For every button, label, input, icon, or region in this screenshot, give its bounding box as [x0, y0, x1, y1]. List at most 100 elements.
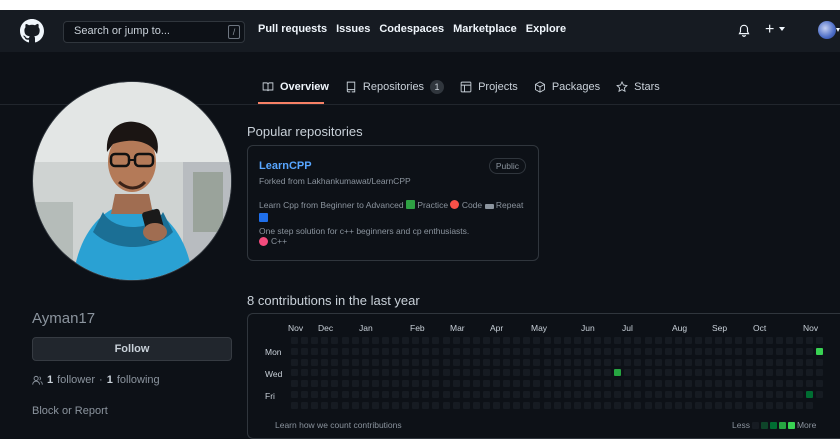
tab-stars[interactable]: Stars: [616, 79, 660, 95]
contribution-day-cell[interactable]: [816, 369, 824, 377]
contribution-day-cell[interactable]: [806, 337, 814, 344]
contribution-day-cell[interactable]: [402, 358, 410, 366]
contribution-day-cell[interactable]: [664, 369, 672, 377]
contribution-day-cell[interactable]: [442, 347, 450, 355]
contribution-day-cell[interactable]: [301, 358, 309, 366]
nav-marketplace[interactable]: Marketplace: [453, 23, 517, 35]
contribution-day-cell[interactable]: [503, 347, 511, 355]
contribution-day-cell[interactable]: [381, 347, 389, 355]
contribution-day-cell[interactable]: [311, 380, 319, 388]
contribution-day-cell[interactable]: [644, 380, 652, 388]
contribution-day-cell[interactable]: [523, 391, 531, 398]
contribution-day-cell[interactable]: [452, 380, 460, 388]
contribution-day-cell[interactable]: [806, 369, 814, 377]
contribution-day-cell[interactable]: [412, 337, 420, 344]
contribution-day-cell[interactable]: [735, 401, 743, 409]
contribution-day-cell[interactable]: [614, 347, 622, 355]
contribution-day-cell[interactable]: [472, 380, 480, 388]
contribution-day-cell[interactable]: [725, 358, 733, 366]
contribution-day-cell[interactable]: [583, 391, 591, 398]
contribution-day-cell[interactable]: [604, 369, 612, 377]
contribution-day-cell[interactable]: [634, 391, 642, 398]
contribution-day-cell[interactable]: [634, 369, 642, 377]
contribution-day-cell[interactable]: [745, 337, 753, 344]
followers-count[interactable]: 1: [47, 374, 53, 386]
contribution-day-cell[interactable]: [755, 347, 763, 355]
contribution-day-cell[interactable]: [472, 337, 480, 344]
contribution-day-cell[interactable]: [422, 369, 430, 377]
nav-issues[interactable]: Issues: [336, 23, 370, 35]
contribution-day-cell[interactable]: [381, 337, 389, 344]
bell-icon[interactable]: [737, 24, 751, 38]
contribution-day-cell[interactable]: [311, 401, 319, 409]
contribution-day-cell[interactable]: [664, 347, 672, 355]
contribution-day-cell[interactable]: [371, 401, 379, 409]
contribution-day-cell[interactable]: [412, 391, 420, 398]
contribution-day-cell[interactable]: [493, 347, 500, 355]
contribution-day-cell[interactable]: [735, 347, 743, 355]
contribution-day-cell[interactable]: [816, 358, 824, 366]
contribution-day-cell[interactable]: [533, 391, 541, 398]
github-logo-icon[interactable]: [20, 19, 44, 43]
contribution-day-cell[interactable]: [624, 358, 632, 366]
contribution-day-cell[interactable]: [482, 380, 490, 388]
contribution-day-cell[interactable]: [583, 380, 591, 388]
user-avatar[interactable]: [818, 21, 836, 39]
contribution-day-cell[interactable]: [594, 391, 601, 398]
contribution-day-cell[interactable]: [674, 369, 682, 377]
contribution-day-cell[interactable]: [654, 401, 662, 409]
contribution-day-cell[interactable]: [594, 337, 601, 344]
contribution-day-cell[interactable]: [614, 358, 622, 366]
contribution-day-cell[interactable]: [806, 391, 814, 398]
contribution-day-cell[interactable]: [796, 369, 803, 377]
contribution-day-cell[interactable]: [715, 337, 723, 344]
contribution-day-cell[interactable]: [533, 380, 541, 388]
contribution-day-cell[interactable]: [513, 358, 521, 366]
tab-packages[interactable]: Packages: [534, 79, 600, 95]
nav-pull-requests[interactable]: Pull requests: [258, 23, 327, 35]
contribution-day-cell[interactable]: [331, 358, 339, 366]
contribution-day-cell[interactable]: [392, 391, 399, 398]
profile-avatar[interactable]: [32, 81, 232, 281]
contribution-day-cell[interactable]: [563, 347, 571, 355]
contribution-day-cell[interactable]: [371, 391, 379, 398]
contribution-day-cell[interactable]: [644, 369, 652, 377]
contribution-day-cell[interactable]: [614, 369, 622, 377]
contribution-day-cell[interactable]: [351, 391, 359, 398]
contribution-day-cell[interactable]: [695, 358, 702, 366]
contribution-day-cell[interactable]: [553, 391, 561, 398]
contribution-day-cell[interactable]: [301, 401, 309, 409]
contribution-day-cell[interactable]: [594, 401, 601, 409]
contribution-day-cell[interactable]: [715, 401, 723, 409]
contribution-day-cell[interactable]: [341, 369, 349, 377]
contribution-day-cell[interactable]: [765, 391, 773, 398]
contribution-day-cell[interactable]: [442, 380, 450, 388]
contribution-day-cell[interactable]: [321, 391, 329, 398]
contribution-day-cell[interactable]: [472, 358, 480, 366]
contribution-day-cell[interactable]: [392, 337, 399, 344]
contribution-day-cell[interactable]: [402, 401, 410, 409]
contribution-day-cell[interactable]: [624, 347, 632, 355]
contribution-day-cell[interactable]: [705, 347, 713, 355]
contribution-day-cell[interactable]: [614, 391, 622, 398]
contribution-day-cell[interactable]: [705, 358, 713, 366]
contribution-day-cell[interactable]: [644, 391, 652, 398]
contribution-day-cell[interactable]: [472, 347, 480, 355]
contribution-day-cell[interactable]: [644, 358, 652, 366]
contribution-day-cell[interactable]: [321, 369, 329, 377]
contribution-day-cell[interactable]: [452, 337, 460, 344]
contribution-day-cell[interactable]: [654, 337, 662, 344]
contribution-day-cell[interactable]: [301, 347, 309, 355]
contribution-day-cell[interactable]: [543, 337, 551, 344]
contribution-day-cell[interactable]: [442, 391, 450, 398]
contribution-day-cell[interactable]: [644, 401, 652, 409]
contribution-day-cell[interactable]: [493, 337, 500, 344]
contribution-day-cell[interactable]: [482, 347, 490, 355]
contribution-day-cell[interactable]: [705, 380, 713, 388]
contribution-day-cell[interactable]: [725, 391, 733, 398]
contribution-day-cell[interactable]: [765, 358, 773, 366]
contribution-day-cell[interactable]: [604, 380, 612, 388]
contribution-day-cell[interactable]: [573, 347, 581, 355]
following-label[interactable]: following: [117, 374, 160, 386]
contribution-day-cell[interactable]: [573, 358, 581, 366]
